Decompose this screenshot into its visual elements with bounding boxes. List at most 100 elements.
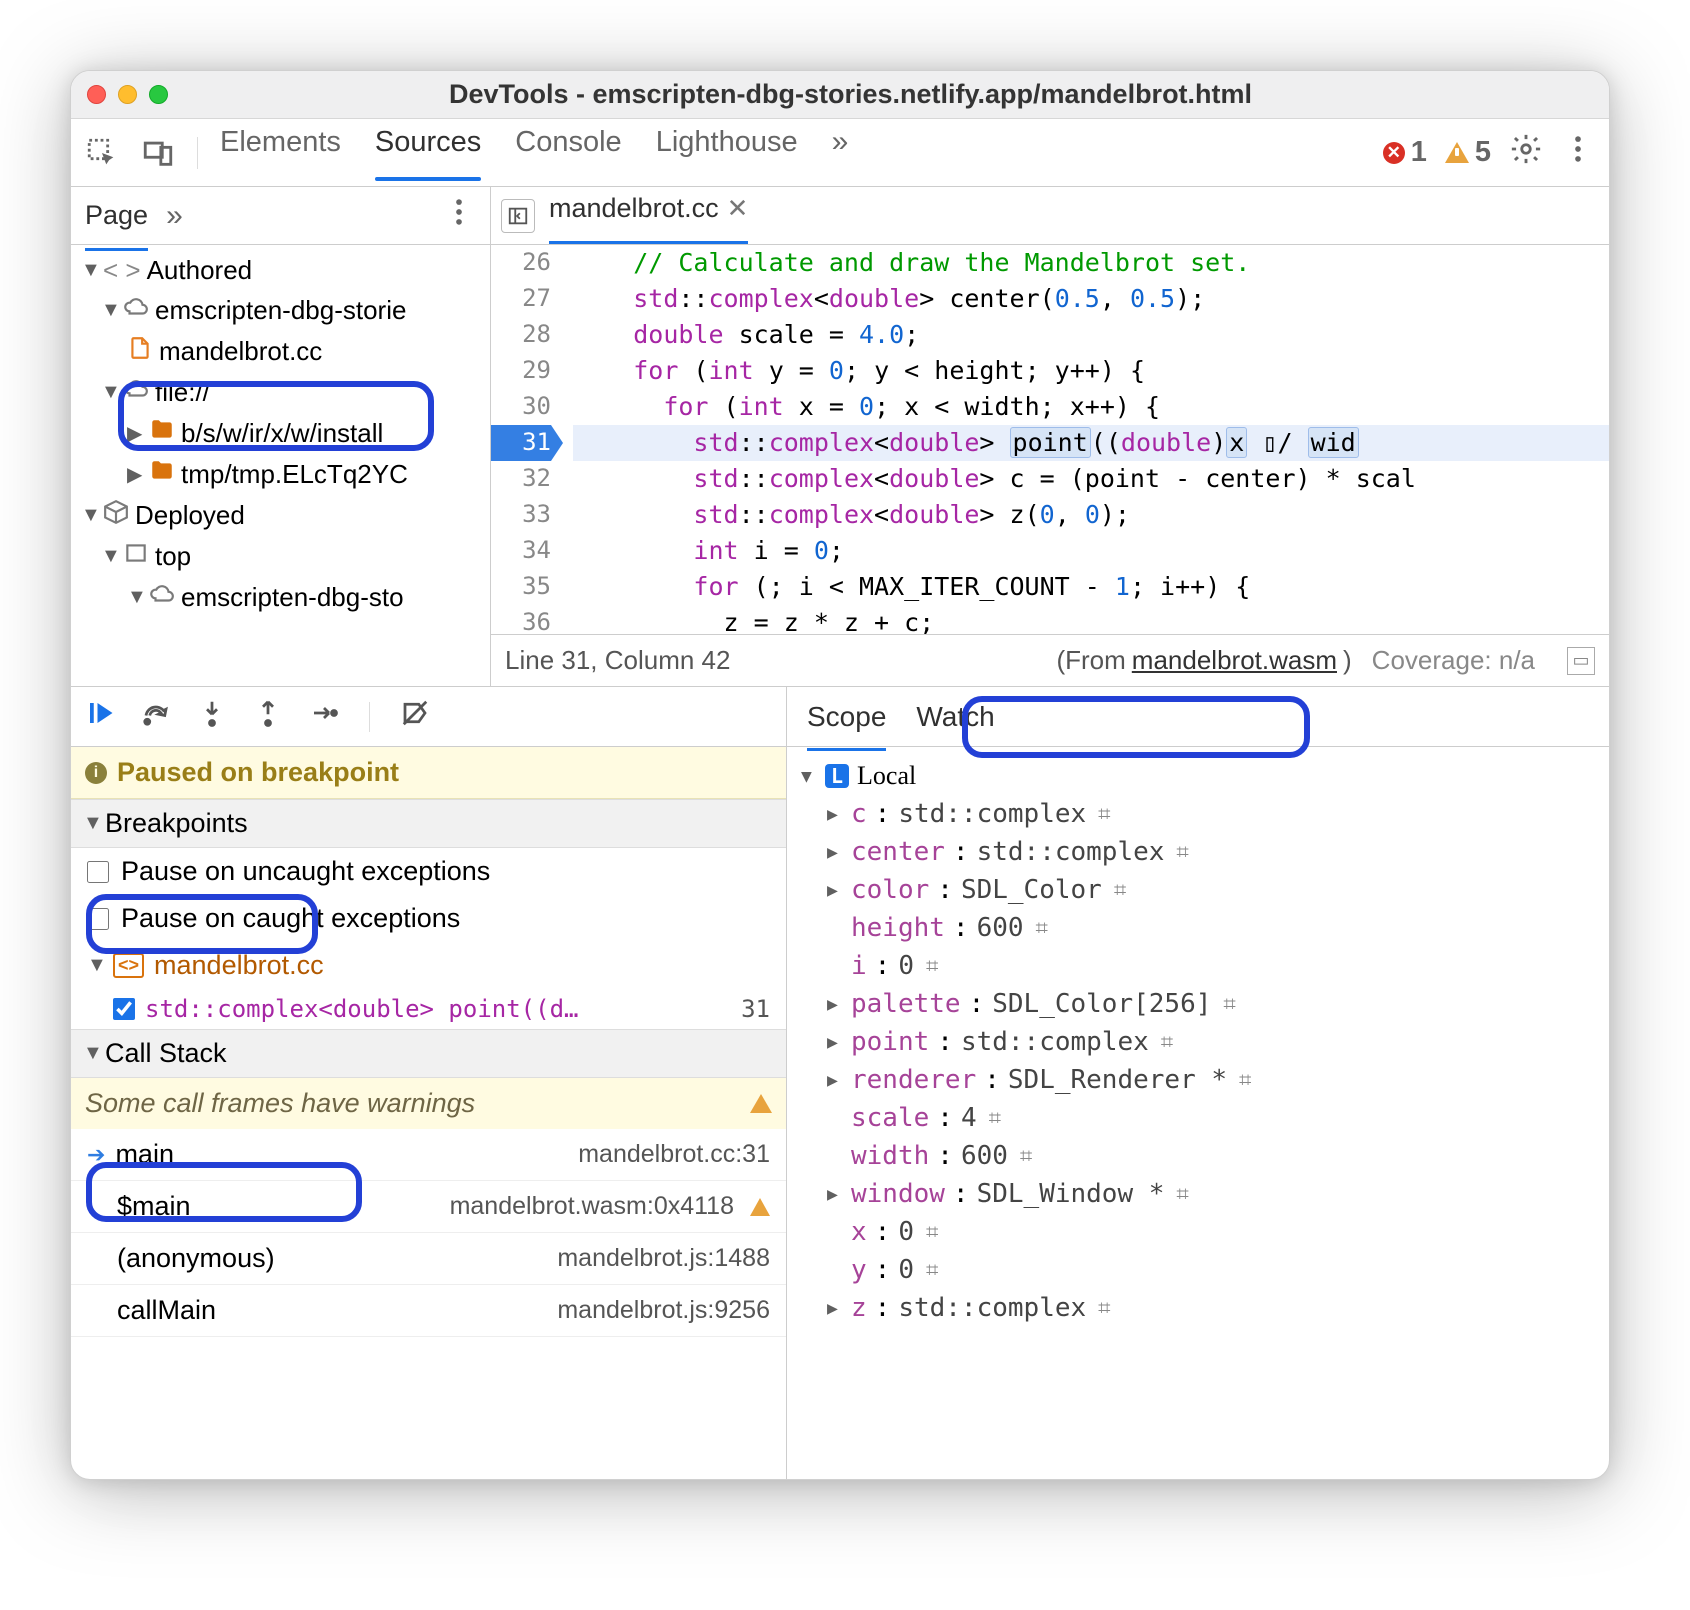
settings-icon[interactable] bbox=[1509, 132, 1543, 174]
scope-variable[interactable]: width: 600⌗ bbox=[797, 1137, 1599, 1175]
pause-caught-checkbox[interactable] bbox=[87, 908, 109, 930]
source-file-icon: <> bbox=[113, 953, 144, 978]
cursor-position: Line 31, Column 42 bbox=[505, 645, 730, 676]
breakpoint-entry[interactable]: std::complex<double> point((d… 31 bbox=[71, 989, 786, 1029]
line-gutter: 262728293031323334353637 bbox=[491, 245, 561, 634]
call-frame[interactable]: $mainmandelbrot.wasm:0x4118 bbox=[71, 1181, 786, 1233]
resume-icon[interactable] bbox=[85, 698, 115, 735]
breakpoint-file[interactable]: ▼ <> mandelbrot.cc bbox=[71, 942, 786, 989]
scope-variable[interactable]: i: 0⌗ bbox=[797, 947, 1599, 985]
tab-elements[interactable]: Elements bbox=[220, 126, 341, 159]
tree-origin-2[interactable]: ▼ file:// bbox=[71, 372, 490, 413]
close-window-button[interactable] bbox=[87, 85, 106, 104]
memory-icon[interactable]: ⌗ bbox=[926, 1220, 938, 1245]
memory-icon[interactable]: ⌗ bbox=[1176, 840, 1188, 865]
tab-watch[interactable]: Watch bbox=[916, 701, 994, 733]
tree-origin-1[interactable]: ▼ emscripten-dbg-storie bbox=[71, 290, 490, 331]
memory-icon[interactable]: ⌗ bbox=[1098, 1296, 1110, 1321]
error-count[interactable]: ✕1 bbox=[1383, 136, 1427, 169]
scope-pane: Scope Watch ▼ L Local ▶c: std::complex⌗▶… bbox=[787, 687, 1609, 1479]
memory-icon[interactable]: ⌗ bbox=[1098, 802, 1110, 827]
breakpoint-toggle[interactable] bbox=[113, 998, 135, 1020]
memory-icon[interactable]: ⌗ bbox=[1036, 916, 1048, 941]
pause-uncaught-row[interactable]: Pause on uncaught exceptions bbox=[71, 848, 786, 895]
more-tabs-icon[interactable]: » bbox=[832, 125, 849, 159]
tree-folder-2[interactable]: ▶ tmp/tmp.ELcTq2YC bbox=[71, 454, 490, 495]
tab-sources[interactable]: Sources bbox=[375, 126, 481, 181]
code-editor[interactable]: 262728293031323334353637 // Calculate an… bbox=[491, 245, 1609, 634]
tree-folder-1[interactable]: ▶ b/s/w/ir/x/w/install bbox=[71, 413, 490, 454]
scope-variable[interactable]: x: 0⌗ bbox=[797, 1213, 1599, 1251]
cloud-icon bbox=[123, 376, 149, 409]
call-frame[interactable]: callMainmandelbrot.js:9256 bbox=[71, 1285, 786, 1337]
deactivate-breakpoints-icon[interactable] bbox=[400, 698, 430, 735]
tree-top[interactable]: ▼ top bbox=[71, 536, 490, 577]
scope-variable[interactable]: ▶palette: SDL_Color[256]⌗ bbox=[797, 985, 1599, 1023]
source-origin: (From mandelbrot.wasm) bbox=[1056, 645, 1351, 676]
editor-header: mandelbrot.cc ✕ bbox=[491, 187, 1609, 245]
navigator-more-icon[interactable]: » bbox=[166, 199, 183, 233]
tree-authored[interactable]: ▼< > Authored bbox=[71, 251, 490, 290]
call-frame[interactable]: (anonymous)mandelbrot.js:1488 bbox=[71, 1233, 786, 1285]
navigator-pane: Page » ▼< > Authored ▼ emscripten-dbg-st… bbox=[71, 187, 491, 686]
memory-icon[interactable]: ⌗ bbox=[1223, 992, 1235, 1017]
tab-console[interactable]: Console bbox=[515, 126, 621, 159]
step-out-icon[interactable] bbox=[253, 698, 283, 735]
scope-variable[interactable]: ▶c: std::complex⌗ bbox=[797, 795, 1599, 833]
scope-variable[interactable]: y: 0⌗ bbox=[797, 1251, 1599, 1289]
navigator-menu-icon[interactable] bbox=[442, 195, 476, 236]
minimize-window-button[interactable] bbox=[118, 85, 137, 104]
scope-variable[interactable]: ▶center: std::complex⌗ bbox=[797, 833, 1599, 871]
window-controls bbox=[87, 85, 168, 104]
pause-caught-row[interactable]: Pause on caught exceptions bbox=[71, 895, 786, 942]
device-mode-icon[interactable] bbox=[141, 136, 175, 170]
kebab-menu-icon[interactable] bbox=[1561, 132, 1595, 174]
memory-icon[interactable]: ⌗ bbox=[926, 1258, 938, 1283]
close-tab-icon[interactable]: ✕ bbox=[727, 193, 749, 224]
navigator-tab-page[interactable]: Page bbox=[85, 200, 148, 231]
scope-variable[interactable]: ▶z: std::complex⌗ bbox=[797, 1289, 1599, 1327]
toggle-navigator-icon[interactable] bbox=[501, 199, 535, 233]
memory-icon[interactable]: ⌗ bbox=[926, 954, 938, 979]
tab-scope[interactable]: Scope bbox=[807, 701, 886, 733]
scope-variable[interactable]: ▶point: std::complex⌗ bbox=[797, 1023, 1599, 1061]
tab-lighthouse[interactable]: Lighthouse bbox=[656, 126, 798, 159]
debug-toolbar bbox=[71, 687, 786, 747]
pause-uncaught-checkbox[interactable] bbox=[87, 861, 109, 883]
coverage-label: Coverage: n/a bbox=[1372, 645, 1535, 676]
tree-origin-3[interactable]: ▼ emscripten-dbg-sto bbox=[71, 577, 490, 618]
scope-local[interactable]: ▼ L Local bbox=[797, 757, 1599, 795]
scope-variable[interactable]: scale: 4⌗ bbox=[797, 1099, 1599, 1137]
file-icon bbox=[127, 335, 153, 368]
memory-icon[interactable]: ⌗ bbox=[1239, 1068, 1251, 1093]
main-toolbar: Elements Sources Console Lighthouse » ✕1… bbox=[71, 119, 1609, 187]
memory-icon[interactable]: ⌗ bbox=[1176, 1182, 1188, 1207]
tree-deployed[interactable]: ▼ Deployed bbox=[71, 495, 490, 536]
memory-icon[interactable]: ⌗ bbox=[1161, 1030, 1173, 1055]
editor-tab-mandelbrot[interactable]: mandelbrot.cc ✕ bbox=[549, 193, 748, 238]
cloud-icon bbox=[123, 294, 149, 327]
warning-count[interactable]: 5 bbox=[1445, 136, 1491, 169]
inspect-icon[interactable] bbox=[85, 136, 119, 170]
code-lines: // Calculate and draw the Mandelbrot set… bbox=[561, 245, 1609, 634]
memory-icon[interactable]: ⌗ bbox=[1020, 1144, 1032, 1169]
scope-variable[interactable]: height: 600⌗ bbox=[797, 909, 1599, 947]
memory-icon[interactable]: ⌗ bbox=[1114, 878, 1126, 903]
tree-file-mandelbrot[interactable]: mandelbrot.cc bbox=[71, 331, 490, 372]
call-frame[interactable]: ➔mainmandelbrot.cc:31 bbox=[71, 1129, 786, 1181]
scope-variable[interactable]: ▶window: SDL_Window *⌗ bbox=[797, 1175, 1599, 1213]
editor-statusbar: Line 31, Column 42 (From mandelbrot.wasm… bbox=[491, 634, 1609, 686]
step-over-icon[interactable] bbox=[141, 698, 171, 735]
titlebar: DevTools - emscripten-dbg-stories.netlif… bbox=[71, 71, 1609, 119]
breakpoints-section[interactable]: ▼Breakpoints bbox=[71, 799, 786, 848]
editor-footer-icon[interactable]: ▭ bbox=[1567, 647, 1595, 675]
step-icon[interactable] bbox=[309, 698, 339, 735]
zoom-window-button[interactable] bbox=[149, 85, 168, 104]
scope-variable[interactable]: ▶color: SDL_Color⌗ bbox=[797, 871, 1599, 909]
source-origin-link[interactable]: mandelbrot.wasm bbox=[1132, 645, 1337, 676]
callstack-section[interactable]: ▼Call Stack bbox=[71, 1029, 786, 1078]
memory-icon[interactable]: ⌗ bbox=[989, 1106, 1001, 1131]
warning-icon bbox=[750, 1094, 772, 1113]
scope-variable[interactable]: ▶renderer: SDL_Renderer *⌗ bbox=[797, 1061, 1599, 1099]
step-into-icon[interactable] bbox=[197, 698, 227, 735]
